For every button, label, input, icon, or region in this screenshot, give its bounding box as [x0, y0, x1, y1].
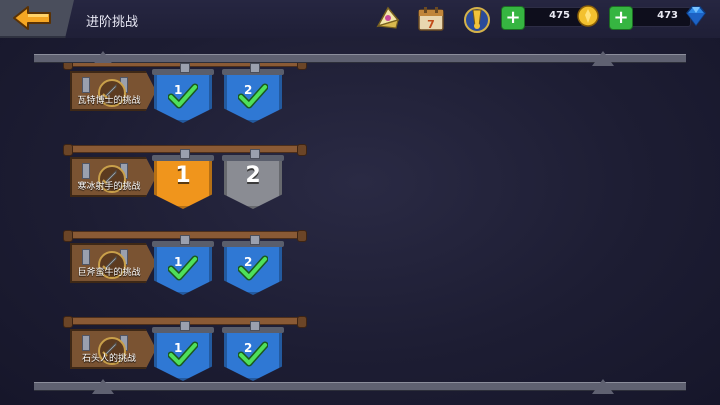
- gem-amount: 473: [657, 10, 678, 21]
- scroll-ticket-icon[interactable]: [372, 4, 402, 34]
- stage-banner-completed[interactable]: 2: [222, 321, 284, 381]
- add-gem-button[interactable]: +: [609, 6, 633, 30]
- stage-banner-completed[interactable]: 1: [152, 321, 214, 381]
- stage-banner-locked[interactable]: 2: [222, 149, 284, 209]
- blue-gem-icon: [686, 6, 706, 27]
- check-icon: [238, 255, 268, 281]
- add-gold-button[interactable]: +: [501, 6, 525, 30]
- stage-banner-completed[interactable]: 1: [152, 235, 214, 295]
- stage-banner-completed[interactable]: 2: [222, 235, 284, 295]
- challenge-name: 巨斧蛮牛的挑战: [77, 268, 141, 278]
- stage-banner-completed[interactable]: 2: [222, 63, 284, 123]
- check-icon: [168, 341, 198, 367]
- check-icon: [168, 83, 198, 109]
- back-arrow-icon: [13, 6, 51, 30]
- calendar-icon[interactable]: 7: [416, 4, 446, 34]
- challenge-row: 巨斧蛮牛的挑战 1 2: [63, 230, 307, 315]
- gold-amount: 475: [549, 10, 570, 21]
- check-icon: [168, 255, 198, 281]
- achievement-medal-icon[interactable]: [462, 4, 492, 34]
- stage-banner-current[interactable]: 1: [152, 149, 214, 209]
- top-rail-divider: [34, 54, 686, 63]
- challenge-list[interactable]: 瓦特博士的挑战 1 2 寒冰射手的挑战 1 2 巨斧蛮牛的挑战 1 2 石头人的挑战 1 2: [0, 63, 720, 381]
- stage-banner-completed[interactable]: 1: [152, 63, 214, 123]
- challenge-row: 石头人的挑战 1 2: [63, 316, 307, 381]
- challenge-row: 寒冰射手的挑战 1 2: [63, 144, 307, 229]
- check-icon: [238, 83, 268, 109]
- check-icon: [238, 341, 268, 367]
- challenge-row: 瓦特博士的挑战 1 2: [63, 63, 307, 143]
- gold-coin-icon: [577, 5, 599, 27]
- bottom-rail-divider: [34, 382, 686, 391]
- stage-number: 1: [175, 163, 191, 188]
- challenge-name: 石头人的挑战: [81, 354, 136, 364]
- challenge-name: 寒冰射手的挑战: [77, 182, 141, 192]
- stage-number: 2: [245, 163, 261, 188]
- gem-resource-bar: + 473: [609, 6, 691, 30]
- calendar-day: 7: [427, 18, 435, 31]
- gold-resource-bar: + 475: [501, 6, 583, 30]
- page-title: 进阶挑战: [86, 15, 139, 30]
- back-button[interactable]: [0, 0, 74, 38]
- challenge-name: 瓦特博士的挑战: [77, 96, 141, 106]
